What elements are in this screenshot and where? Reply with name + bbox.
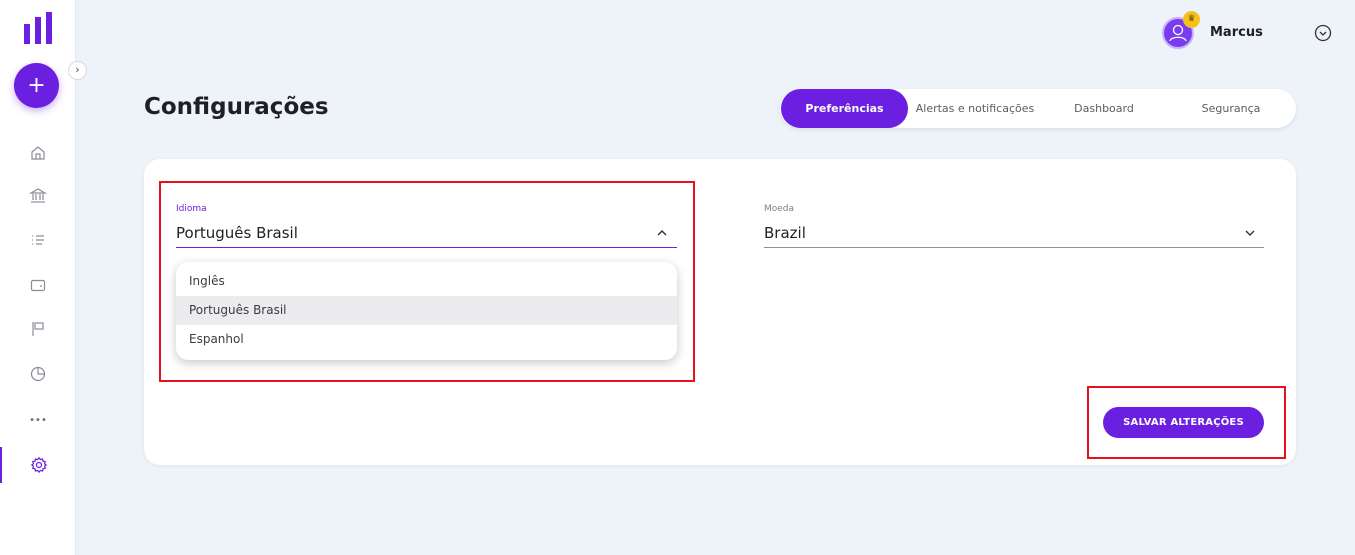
- home-icon: [31, 146, 45, 160]
- sidebar-item-bank[interactable]: [0, 178, 76, 214]
- language-dropdown: Inglês Português Brasil Espanhol: [176, 262, 677, 360]
- sidebar-item-more[interactable]: •••: [0, 402, 76, 438]
- sidebar-expand-button[interactable]: ›: [68, 61, 87, 80]
- tab-security[interactable]: Segurança: [1167, 89, 1295, 128]
- pie-chart-icon: [30, 366, 46, 382]
- language-label: Idioma: [176, 204, 207, 214]
- add-button[interactable]: +: [14, 63, 59, 108]
- currency-select[interactable]: Brazil: [764, 224, 806, 242]
- chevron-down-icon[interactable]: [1243, 226, 1257, 240]
- user-name[interactable]: Marcus: [1210, 25, 1263, 40]
- sidebar: + •••: [0, 0, 76, 555]
- language-select[interactable]: Português Brasil: [176, 224, 298, 242]
- language-option-english[interactable]: Inglês: [176, 267, 677, 296]
- bars-logo-icon[interactable]: [24, 12, 52, 44]
- sidebar-item-settings[interactable]: [0, 447, 76, 483]
- tab-dashboard[interactable]: Dashboard: [1042, 89, 1166, 128]
- currency-underline: [764, 247, 1264, 248]
- language-option-portuguese[interactable]: Português Brasil: [176, 296, 677, 325]
- sidebar-item-home[interactable]: [0, 135, 76, 171]
- sidebar-item-reports[interactable]: [0, 356, 76, 392]
- page-title: Configurações: [144, 94, 329, 120]
- tab-alerts[interactable]: Alertas e notificações: [909, 89, 1041, 128]
- sidebar-item-wallet[interactable]: [0, 267, 76, 303]
- bank-icon: [29, 188, 47, 203]
- language-underline: [176, 247, 677, 248]
- flag-icon: [32, 322, 44, 336]
- wallet-icon: [30, 279, 46, 292]
- gear-icon: [30, 456, 48, 474]
- chevron-down-circle-icon[interactable]: [1314, 24, 1332, 42]
- language-option-spanish[interactable]: Espanhol: [176, 325, 677, 354]
- chevron-up-icon[interactable]: [655, 226, 669, 240]
- settings-tabs: Preferências Alertas e notificações Dash…: [780, 89, 1296, 128]
- tab-preferences[interactable]: Preferências: [781, 89, 908, 128]
- save-changes-button[interactable]: SALVAR ALTERAÇÕES: [1103, 407, 1264, 438]
- more-icon: •••: [29, 414, 47, 426]
- crown-icon: ♛: [1183, 11, 1200, 28]
- sidebar-item-flag[interactable]: [0, 311, 76, 347]
- currency-label: Moeda: [764, 204, 795, 214]
- sidebar-item-list[interactable]: [0, 222, 76, 258]
- list-icon: [32, 235, 44, 245]
